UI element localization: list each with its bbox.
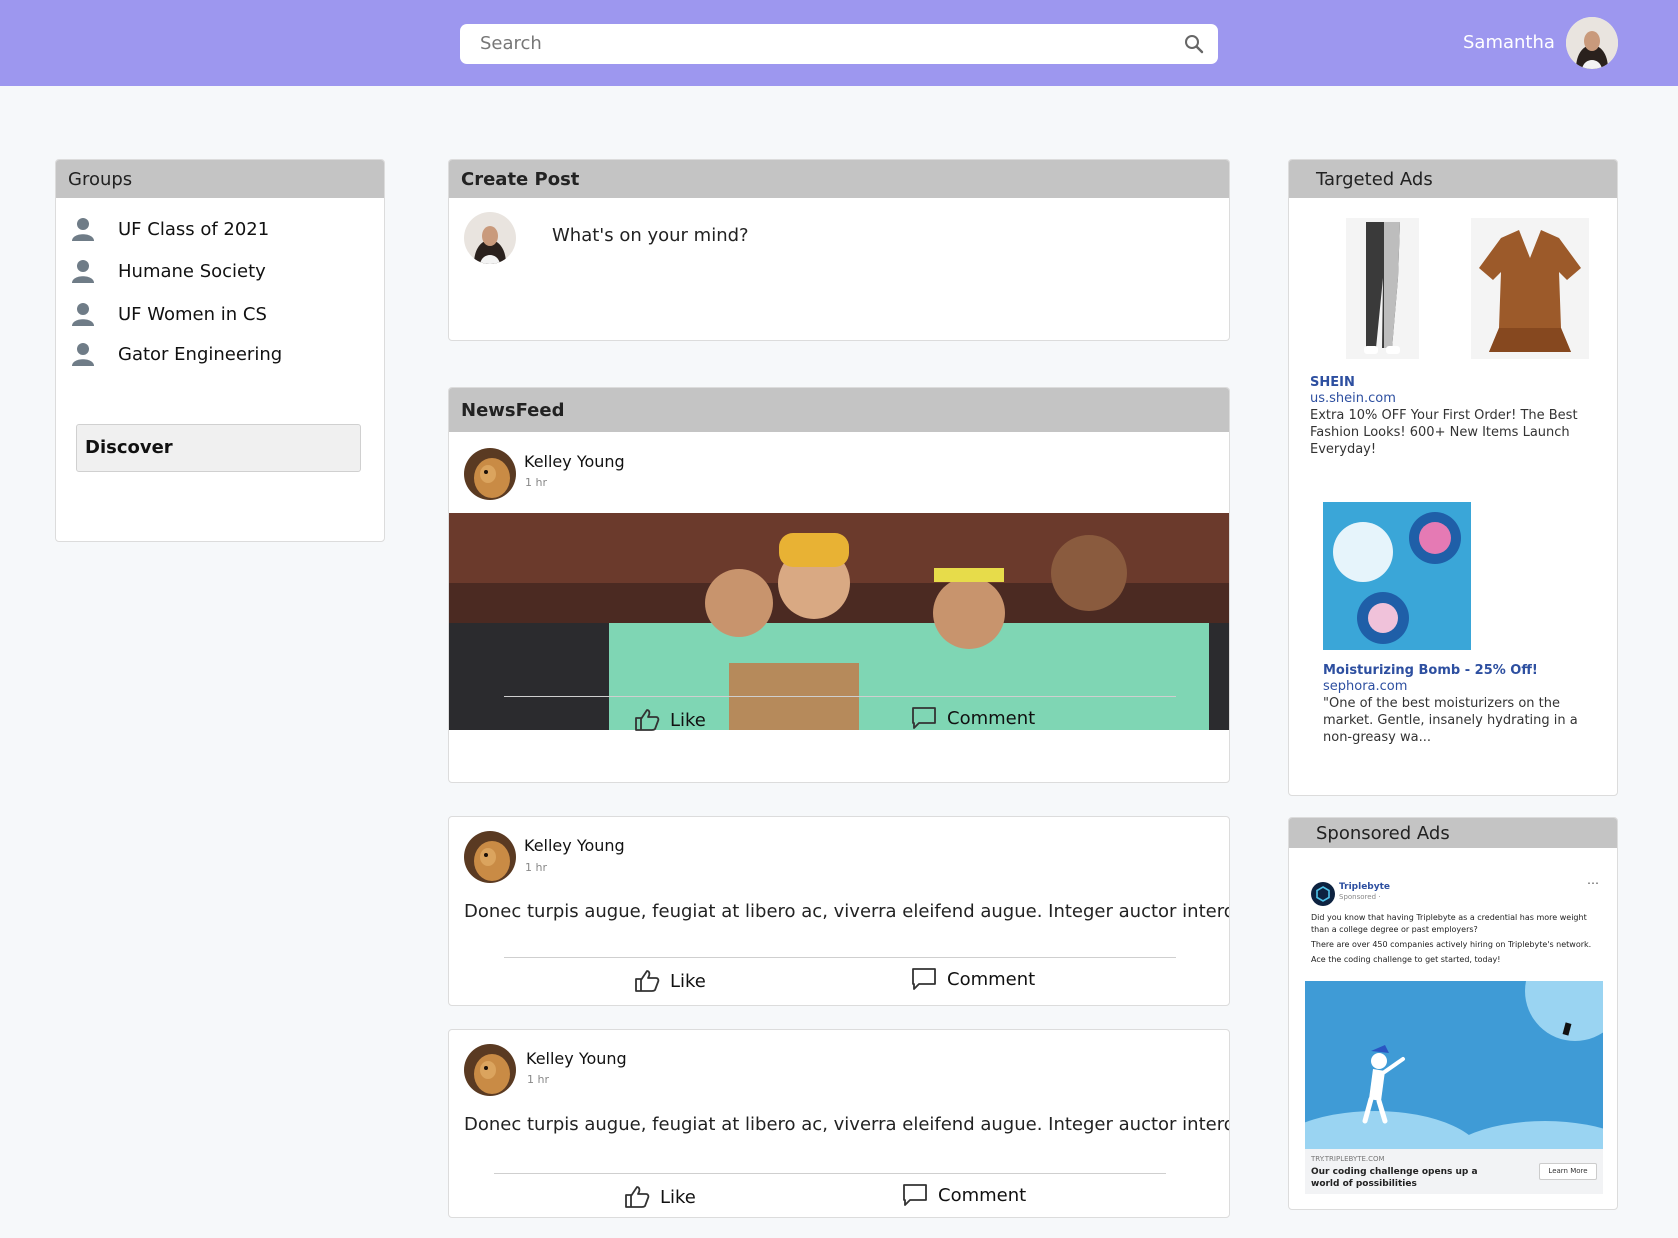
ad-illustration[interactable] [1305,981,1603,1149]
create-post-card: Create Post What's on your mind? [448,159,1230,341]
group-item-uf-women-cs[interactable]: UF Women in CS [70,301,267,327]
sponsored-ad[interactable]: Triplebyte Sponsored · ⋯ Did you know th… [1305,858,1603,1194]
like-button[interactable]: Like [634,708,706,732]
actions-divider [504,957,1176,958]
post-prompt-input[interactable]: What's on your mind? [552,225,749,246]
comment-button[interactable]: Comment [911,706,1035,730]
ad-text: Did you know that having Triplebyte as a… [1311,913,1587,934]
like-label: Like [670,709,706,731]
group-item-uf-class-2021[interactable]: UF Class of 2021 [70,216,269,242]
ad-footer: TRY.TRIPLEBYTE.COM Our coding challenge … [1305,1149,1603,1194]
person-icon [72,303,94,326]
targeted-ads-card: Targeted Ads SHEIN us.shein.com Extra 10… [1288,159,1618,796]
search-placeholder: Search [480,33,542,54]
ad-domain[interactable]: sephora.com [1323,679,1407,694]
comment-label: Comment [947,968,1036,990]
newsfeed-card: NewsFeed Kelley Young 1 hr Like Comment [448,387,1230,783]
learn-more-button[interactable]: Learn More [1539,1163,1597,1180]
ad-brand[interactable]: Moisturizing Bomb - 25% Off! [1323,663,1538,678]
group-label: Humane Society [118,260,266,282]
comment-icon [903,1184,927,1206]
comment-button[interactable]: Comment [902,1183,1026,1207]
post-time: 1 hr [527,1073,549,1086]
post-body: Donec turpis augue, feugiat at libero ac… [464,901,1230,922]
like-label: Like [670,970,706,992]
comment-button[interactable]: Comment [911,967,1035,991]
ad-domain[interactable]: us.shein.com [1310,391,1396,406]
actions-divider [504,696,1176,697]
ad-description: Extra 10% OFF Your First Order! The Best… [1310,408,1578,457]
author-avatar[interactable] [464,831,516,883]
post-author[interactable]: Kelley Young [524,836,625,855]
person-icon [72,260,94,283]
more-options-icon[interactable]: ⋯ [1587,876,1599,890]
author-avatar[interactable] [464,448,516,500]
like-button[interactable]: Like [624,1185,696,1209]
ad-headline[interactable]: Our coding challenge opens up a world of… [1311,1166,1501,1190]
create-post-title: Create Post [449,160,1229,198]
groups-title: Groups [56,160,384,198]
like-button[interactable]: Like [634,969,706,993]
comment-icon [912,707,936,729]
ad-text: Ace the coding challenge to get started,… [1311,955,1501,964]
group-label: UF Class of 2021 [118,218,270,240]
ad-description: "One of the best moisturizers on the mar… [1323,696,1578,745]
like-label: Like [660,1186,696,1208]
discover-button[interactable]: Discover [76,424,361,472]
triplebyte-logo-icon [1311,882,1335,906]
group-item-gator-engineering[interactable]: Gator Engineering [70,341,282,367]
post-photo[interactable] [449,513,1230,730]
comment-icon [912,968,936,990]
search-icon[interactable] [1182,32,1206,56]
thumbs-up-icon [625,1186,650,1208]
group-label: Gator Engineering [118,343,283,365]
ad-brand[interactable]: SHEIN [1310,375,1355,390]
thumbs-up-icon [635,709,660,731]
post-author[interactable]: Kelley Young [524,452,625,471]
user-name[interactable]: Samantha [1463,32,1555,53]
ad-text: There are over 450 companies actively hi… [1311,940,1592,949]
post-card: Kelley Young 1 hr Donec turpis augue, fe… [448,816,1230,1006]
sponsored-ads-title: Sponsored Ads [1289,818,1617,848]
sponsored-ads-card: Sponsored Ads Triplebyte Sponsored · ⋯ D… [1288,817,1618,1210]
post-author[interactable]: Kelley Young [526,1049,627,1068]
person-icon [72,343,94,366]
group-item-humane-society[interactable]: Humane Society [70,258,266,284]
ad-blouse-image[interactable] [1471,218,1589,359]
targeted-ads-title: Targeted Ads [1289,160,1617,198]
ad-pants-image[interactable] [1346,218,1419,359]
post-time: 1 hr [525,476,547,489]
actions-divider [494,1173,1166,1174]
user-avatar[interactable] [1566,17,1618,69]
ad-moisturizer-image[interactable] [1323,502,1471,650]
newsfeed-title: NewsFeed [449,388,1229,432]
person-icon [72,218,94,241]
ad-url[interactable]: TRY.TRIPLEBYTE.COM [1311,1155,1385,1163]
post-time: 1 hr [525,861,547,874]
search-input[interactable]: Search [460,24,1218,64]
comment-label: Comment [947,707,1036,729]
thumbs-up-icon [635,970,660,992]
advertiser-name[interactable]: Triplebyte [1339,882,1390,892]
user-avatar [464,212,516,264]
sponsored-label: Sponsored · [1339,893,1381,901]
post-body: Donec turpis augue, feugiat at libero ac… [464,1114,1230,1135]
comment-label: Comment [938,1184,1027,1206]
group-label: UF Women in CS [118,303,267,325]
groups-card: Groups UF Class of 2021 Humane Society U… [55,159,385,542]
top-bar: Search Samantha [0,0,1678,86]
author-avatar[interactable] [464,1044,516,1096]
post-card: Kelley Young 1 hr Donec turpis augue, fe… [448,1029,1230,1218]
